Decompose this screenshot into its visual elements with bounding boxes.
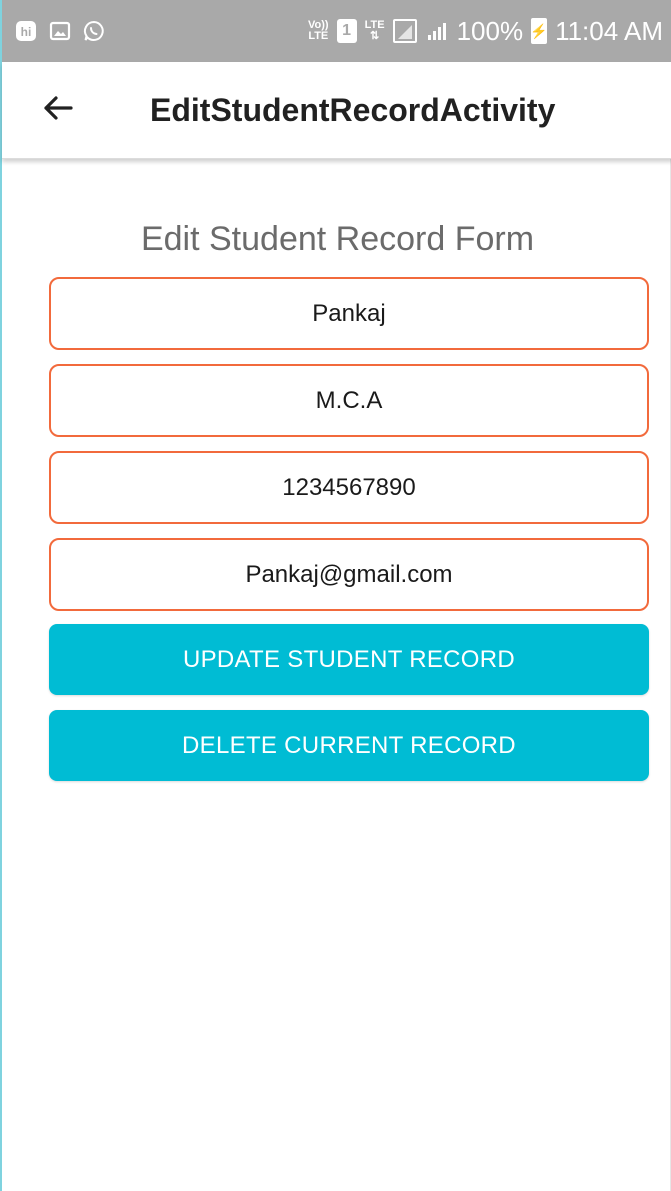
battery-percentage: 100% (456, 15, 524, 46)
volte-indicator: Vo)) LTE (308, 19, 329, 42)
status-time: 11:04 AM (555, 15, 663, 46)
signal-bars-icon (425, 19, 449, 43)
email-input[interactable] (51, 540, 647, 609)
svg-text:hi: hi (21, 25, 32, 39)
signal-sim1-icon (392, 19, 417, 43)
phone-field[interactable] (49, 451, 649, 524)
gallery-icon (48, 19, 72, 43)
app-bar: EditStudentRecordActivity (2, 62, 671, 159)
form-title: Edit Student Record Form (140, 220, 535, 258)
name-field[interactable] (49, 277, 649, 350)
status-bar: hi Vo)) LTE 1 LTE ⇅ 100% ⚡ 11:04 AM (2, 0, 671, 62)
delete-current-record-button[interactable]: DELETE CURRENT RECORD (49, 710, 649, 781)
battery-charging-icon: ⚡ (530, 18, 548, 44)
arrow-back-icon (41, 91, 75, 130)
whatsapp-icon (82, 19, 106, 43)
back-button[interactable] (34, 86, 82, 134)
status-bar-notifications: hi (14, 0, 106, 62)
course-input[interactable] (51, 366, 647, 435)
email-field[interactable] (49, 538, 649, 611)
course-field[interactable] (49, 364, 649, 437)
phone-input[interactable] (51, 453, 647, 522)
hike-icon: hi (14, 19, 38, 43)
update-student-record-button[interactable]: UPDATE STUDENT RECORD (49, 624, 649, 695)
app-title: EditStudentRecordActivity (150, 91, 556, 128)
lte-indicator: LTE ⇅ (364, 19, 385, 42)
app-frame: hi Vo)) LTE 1 LTE ⇅ 100% ⚡ 11:04 AM Edit… (0, 0, 671, 1191)
name-input[interactable] (51, 279, 647, 348)
status-bar-system: Vo)) LTE 1 LTE ⇅ 100% ⚡ 11:04 AM (308, 0, 663, 62)
sim-icon: 1 (336, 19, 357, 43)
